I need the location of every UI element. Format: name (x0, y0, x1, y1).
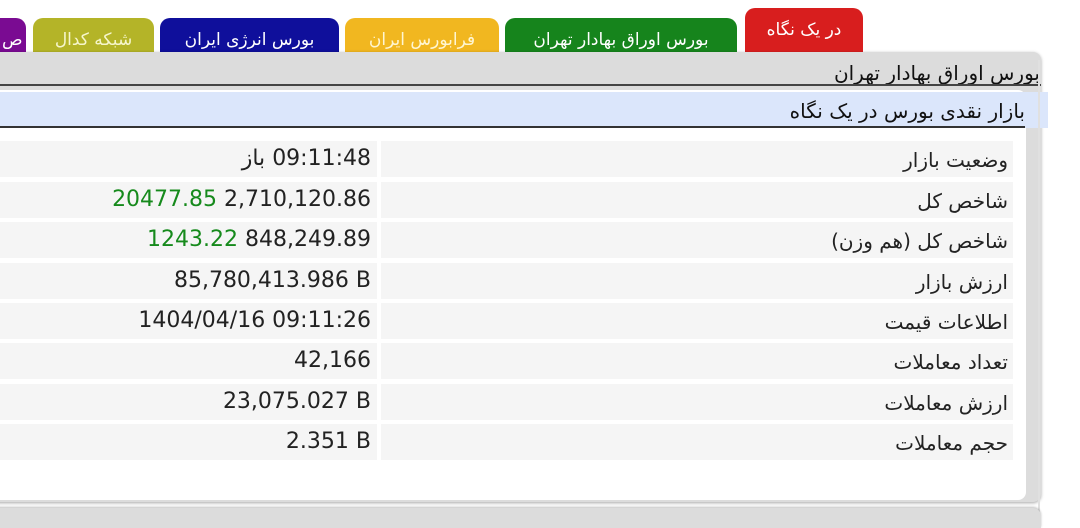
tab-ifb-label: فرابورس ایران (368, 30, 476, 50)
trade-count-label: تعداد معاملات (381, 343, 1013, 379)
total-index-value: 2,710,120.86 (224, 187, 371, 212)
row-price-info: اطلاعات قیمت 1404/04/16 09:11:26 (0, 302, 1013, 340)
page-edge-line (1038, 60, 1040, 512)
tab-partial[interactable]: ص (0, 18, 26, 54)
trade-count-value: 42,166 (0, 343, 377, 379)
market-value-value: 85,780,413.986 B (0, 263, 377, 299)
row-equal-weight-index: شاخص کل (هم وزن) 1243.22 848,249.89 (0, 221, 1013, 259)
market-value-label: ارزش بازار (381, 263, 1013, 299)
equal-weight-index-label: شاخص کل (هم وزن) (381, 222, 1013, 258)
tab-codal[interactable]: شبکه کدال (33, 18, 154, 54)
row-trade-volume: حجم معاملات 2.351 B (0, 423, 1013, 461)
row-total-index: شاخص کل 20477.85 2,710,120.86 (0, 181, 1013, 219)
row-market-value: ارزش بازار 85,780,413.986 B (0, 262, 1013, 300)
total-index-label: شاخص کل (381, 182, 1013, 218)
trade-volume-label: حجم معاملات (381, 424, 1013, 460)
section-title-divider (0, 126, 1025, 128)
panel-title-divider (0, 84, 1041, 86)
tab-overview-label: در یک نگاه (766, 20, 842, 40)
tab-overview[interactable]: در یک نگاه (745, 8, 863, 54)
row-trade-value: ارزش معاملات 23,075.027 B (0, 383, 1013, 421)
market-status-time: 09:11:48 (272, 146, 371, 171)
tab-tse-label: بورس اوراق بهادار تهران (533, 30, 709, 50)
total-index-value-cell: 20477.85 2,710,120.86 (0, 182, 377, 218)
row-trade-count: تعداد معاملات 42,166 (0, 342, 1013, 380)
trade-value-label: ارزش معاملات (381, 384, 1013, 420)
trade-volume-value: 2.351 B (0, 424, 377, 460)
tab-codal-label: شبکه کدال (54, 30, 133, 50)
equal-weight-index-value: 848,249.89 (245, 227, 371, 252)
market-tabs: ص شبکه کدال بورس انرژی ایران فرابورس ایر… (0, 0, 1080, 54)
row-market-status: وضعیت بازار باز 09:11:48 (0, 140, 1013, 178)
tab-tse[interactable]: بورس اوراق بهادار تهران (505, 18, 737, 54)
market-status-value: باز 09:11:48 (0, 141, 377, 177)
market-status-text: باز (241, 146, 266, 171)
equal-weight-index-change: 1243.22 (147, 227, 239, 252)
section-title: بازار نقدی بورس در یک نگاه (789, 99, 1025, 123)
tab-partial-label: ص (2, 30, 23, 50)
market-status-label: وضعیت بازار (381, 141, 1013, 177)
price-info-value: 1404/04/16 09:11:26 (0, 303, 377, 339)
trade-value-value: 23,075.027 B (0, 384, 377, 420)
tab-ifb[interactable]: فرابورس ایران (345, 18, 499, 54)
tab-energy-exchange[interactable]: بورس انرژی ایران (160, 18, 339, 54)
next-panel-edge (0, 508, 1041, 528)
total-index-change: 20477.85 (112, 187, 218, 212)
panel-title: بورس اوراق بهادار تهران (833, 61, 1040, 85)
equal-weight-index-value-cell: 1243.22 848,249.89 (0, 222, 377, 258)
price-info-label: اطلاعات قیمت (381, 303, 1013, 339)
tab-energy-exchange-label: بورس انرژی ایران (184, 30, 315, 50)
